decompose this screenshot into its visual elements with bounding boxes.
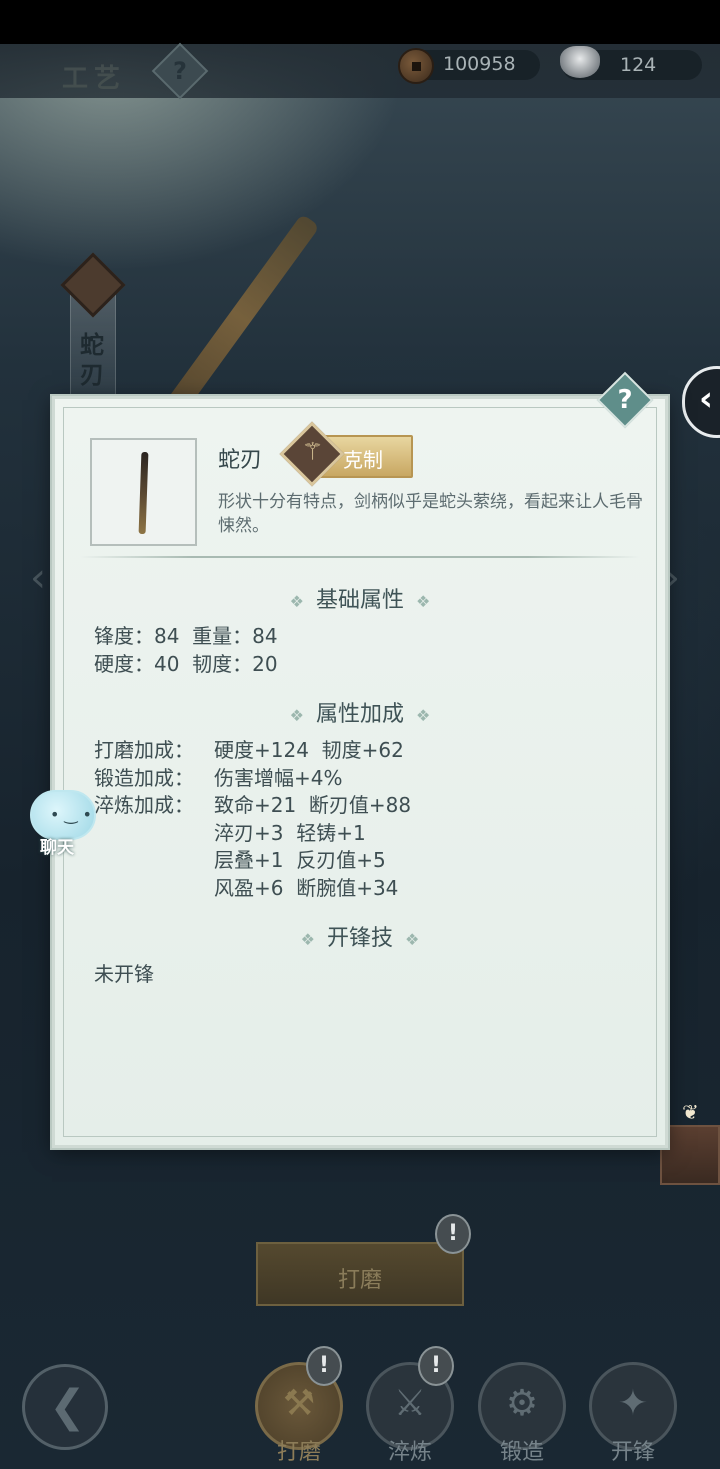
base-stat-line: 锋度：84 重量：84 — [94, 624, 278, 648]
tool-forge-label: 锻造 — [499, 1440, 544, 1465]
anvil-icon: ⚙ — [505, 1383, 539, 1424]
status-bar — [0, 0, 720, 44]
base-stat-line: 硬度：40 韧度：20 — [94, 652, 278, 676]
forge-bonus-value: 伤害增幅+4% — [214, 766, 343, 790]
page-title: 工艺 — [62, 64, 127, 94]
back-arrow-icon: ❮ — [49, 1381, 86, 1432]
tool-edge-label: 开锋 — [610, 1440, 655, 1465]
temper-bonus-value: 风盈+6 断腕值+34 — [214, 876, 399, 900]
tool-grind-label: 打磨 — [276, 1440, 321, 1465]
alert-icon: ! — [435, 1214, 471, 1254]
question-icon: ? — [173, 57, 187, 85]
silver-amount: 124 — [620, 54, 657, 76]
temper-bonus-value: 淬刃+3 轻铸+1 — [214, 821, 366, 845]
grind-bonus-value: 硬度+124 韧度+62 — [214, 738, 404, 762]
shuriken-icon: ✦ — [617, 1383, 649, 1424]
base-attributes-title: ❖ 基础属性 ❖ — [289, 588, 431, 613]
lantern-decoration — [660, 1125, 720, 1185]
back-button[interactable]: ❮ — [22, 1364, 108, 1450]
sword-icon: ⚔ — [393, 1383, 427, 1424]
tool-temper-label: 淬炼 — [387, 1440, 432, 1465]
item-description: 形状十分有特点，剑柄似乎是蛇头萦绕，看起来让人毛骨悚然。 — [218, 492, 643, 536]
chevron-left-icon: ‹ — [699, 379, 714, 419]
diamond-ornament-icon: ❖ — [416, 706, 431, 725]
question-icon: ? — [617, 385, 633, 415]
chat-label: 聊天 — [40, 838, 74, 858]
temper-bonus-value: 致命+21 断刃值+88 — [214, 793, 412, 817]
diamond-ornament-icon: ❖ — [416, 592, 431, 611]
coin-amount: 100958 — [443, 53, 516, 75]
alert-icon: ! — [418, 1346, 454, 1386]
temper-bonus-label: 淬炼加成： — [94, 793, 194, 817]
item-name: 蛇刃 — [218, 448, 263, 473]
diamond-ornament-icon: ❖ — [300, 930, 315, 949]
grind-bonus-label: 打磨加成： — [94, 738, 194, 762]
silver-ingot-icon — [560, 46, 600, 78]
grind-button[interactable]: 打磨 — [256, 1242, 464, 1306]
copper-coin-icon — [398, 48, 434, 84]
diamond-ornament-icon: ❖ — [405, 930, 420, 949]
diamond-ornament-icon: ❖ — [289, 706, 304, 725]
edge-skill-status: 未开锋 — [94, 962, 154, 986]
chat-face-icon: • ‿ • — [50, 805, 92, 824]
diamond-ornament-icon: ❖ — [289, 592, 304, 611]
temper-bonus-value: 层叠+1 反刃值+5 — [214, 848, 386, 872]
alert-icon: ! — [306, 1346, 342, 1386]
hammer-icon: ⚒ — [282, 1383, 316, 1424]
counter-badge-label: 克制 — [343, 448, 383, 472]
edge-skill-title: ❖ 开锋技 ❖ — [300, 926, 420, 951]
weapon-side-tab-label: 蛇刃 — [80, 330, 104, 389]
forge-bonus-label: 锻造加成： — [94, 766, 194, 790]
divider — [80, 556, 640, 558]
butterfly-icon: ❦ — [682, 1100, 699, 1124]
bonus-attributes-title: ❖ 属性加成 ❖ — [289, 702, 431, 727]
